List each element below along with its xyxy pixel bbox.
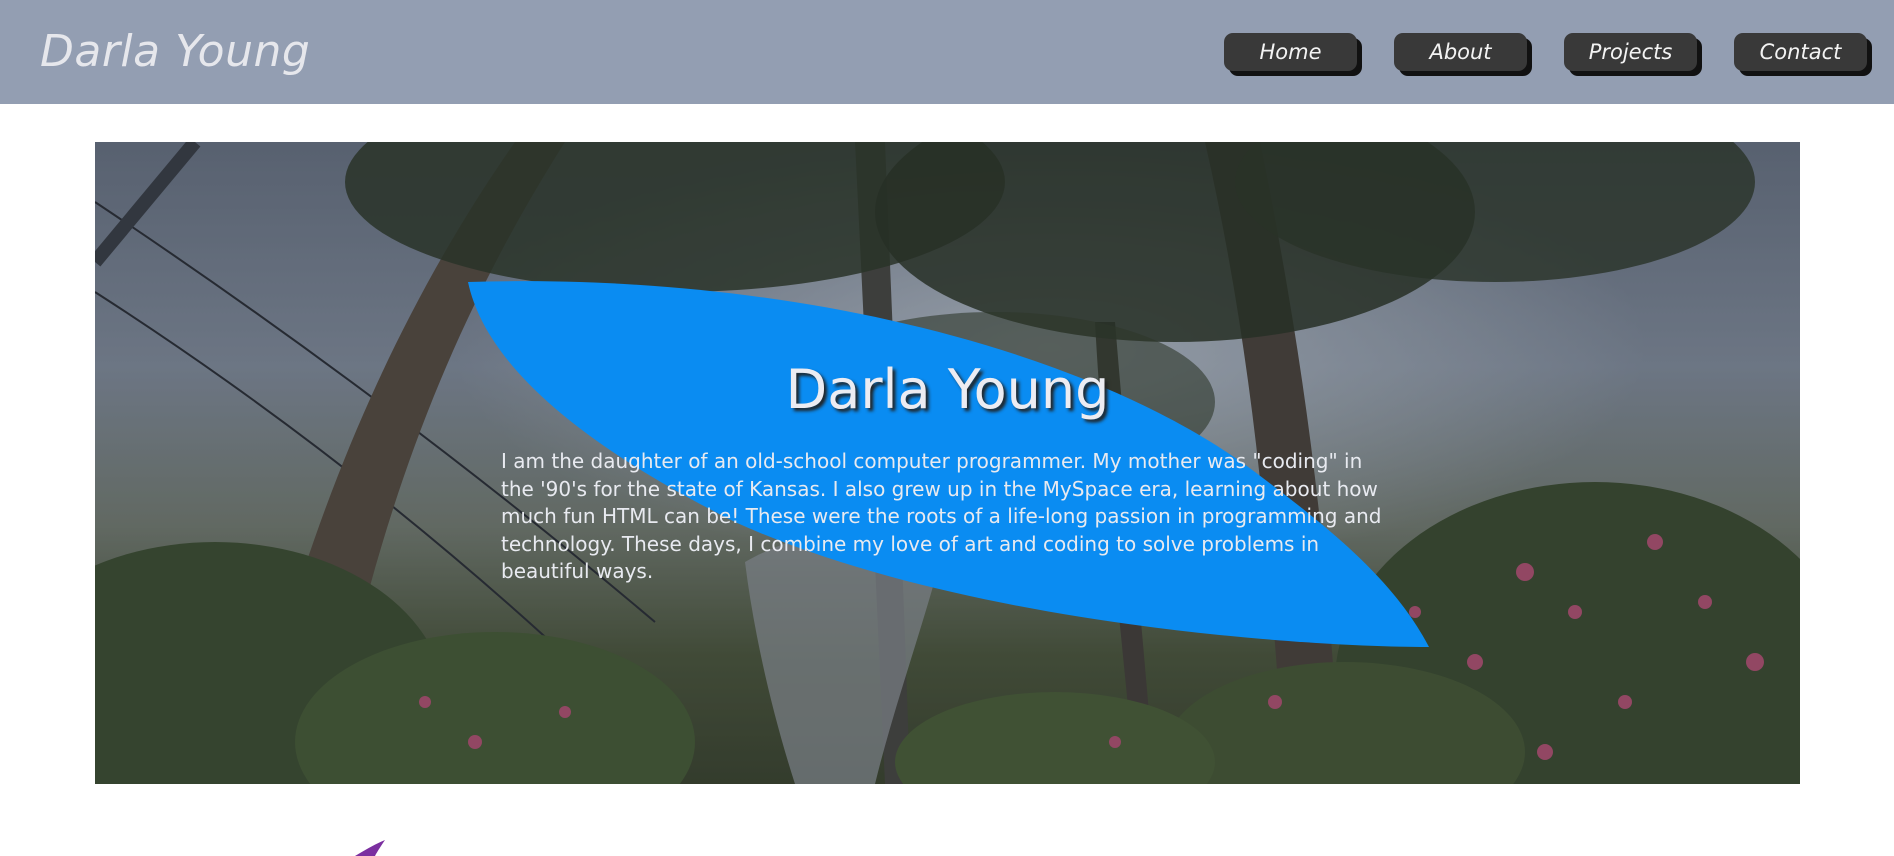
purple-accent-shape	[355, 840, 385, 856]
hero-banner: Darla Young I am the daughter of an old-…	[95, 142, 1800, 784]
top-navbar: Darla Young Home About Projects Contact	[0, 0, 1894, 104]
nav-about-button[interactable]: About	[1394, 33, 1527, 71]
site-brand[interactable]: Darla Young	[40, 26, 310, 77]
hero-title: Darla Young	[785, 358, 1110, 421]
nav-projects-button[interactable]: Projects	[1564, 33, 1697, 71]
hero-intro-paragraph: I am the daughter of an old-school compu…	[501, 449, 1382, 583]
main-nav: Home About Projects Contact	[1224, 33, 1867, 71]
nav-contact-button[interactable]: Contact	[1734, 33, 1867, 71]
nav-home-button[interactable]: Home	[1224, 33, 1357, 71]
